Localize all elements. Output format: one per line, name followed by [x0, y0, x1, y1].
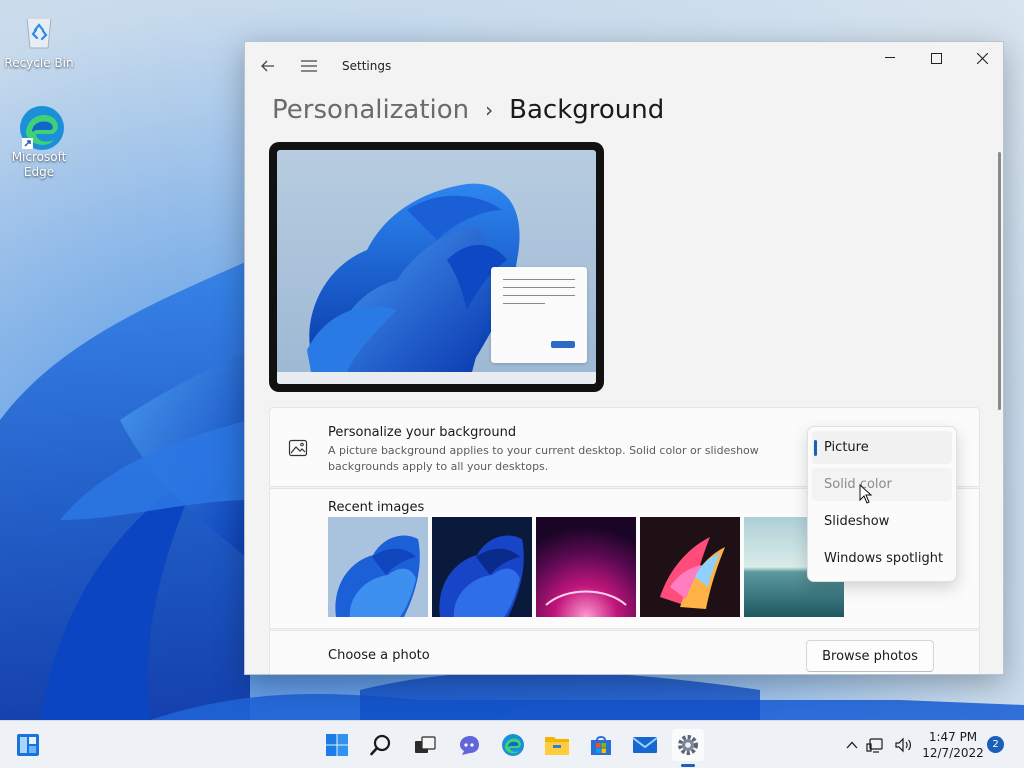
network-button[interactable]: [864, 729, 886, 761]
background-preview: [269, 142, 604, 392]
recent-image-3[interactable]: [536, 517, 636, 617]
minimize-icon: [885, 57, 895, 58]
dropdown-option-solid-color[interactable]: Solid color: [812, 468, 952, 501]
close-icon: [976, 52, 988, 64]
mouse-cursor-icon: [859, 484, 873, 504]
recent-image-4[interactable]: [640, 517, 740, 617]
microsoft-store-button[interactable]: [585, 729, 617, 761]
close-button[interactable]: [959, 42, 1003, 74]
minimize-button[interactable]: [867, 42, 913, 74]
dropdown-option-slideshow[interactable]: Slideshow: [812, 505, 952, 538]
file-explorer-button[interactable]: [541, 729, 573, 761]
recent-image-1[interactable]: [328, 517, 428, 617]
title-bar: Settings: [245, 42, 1003, 90]
desktop-icon-label: Microsoft Edge: [11, 150, 67, 179]
mail-button[interactable]: [629, 729, 661, 761]
folder-icon: [545, 737, 569, 755]
chevron-up-icon: [846, 741, 858, 749]
desktop-icon-recycle-bin[interactable]: Recycle Bin: [1, 10, 77, 71]
windows-logo-icon: [326, 734, 348, 756]
recycle-bin-icon: [18, 10, 60, 52]
desktop-icon-microsoft-edge[interactable]: Microsoft Edge: [1, 104, 77, 180]
page-title: Background: [509, 95, 665, 125]
edge-taskbar-button[interactable]: [497, 729, 529, 761]
task-view-button[interactable]: [409, 729, 441, 761]
taskbar: 1:47 PM 12/7/2022 2: [0, 720, 1024, 768]
speaker-icon: [895, 737, 911, 753]
dropdown-option-picture[interactable]: Picture: [812, 431, 952, 464]
personalize-description: A picture background applies to your cur…: [328, 444, 759, 473]
network-icon: [866, 738, 883, 753]
recent-images-label: Recent images: [328, 500, 425, 515]
chat-button[interactable]: [453, 729, 485, 761]
scrollbar[interactable]: [998, 152, 1001, 410]
choose-photo-label: Choose a photo: [328, 648, 430, 663]
maximize-icon: [930, 52, 942, 64]
clock-time: 1:47 PM: [928, 730, 978, 744]
widgets-button[interactable]: [12, 729, 44, 761]
choose-photo-card: Choose a photo Browse photos: [269, 630, 980, 674]
back-button[interactable]: [253, 52, 283, 80]
app-title: Settings: [342, 59, 392, 73]
background-type-dropdown[interactable]: Picture Solid color Slideshow Windows sp…: [807, 426, 957, 582]
search-icon: [370, 734, 391, 756]
recent-images-list: [328, 517, 844, 617]
recent-image-2[interactable]: [432, 517, 532, 617]
chat-icon: [460, 736, 479, 755]
desktop-icon-label: Recycle Bin: [4, 56, 74, 70]
dropdown-option-windows-spotlight[interactable]: Windows spotlight: [812, 542, 952, 575]
hamburger-icon: [301, 60, 317, 72]
active-app-indicator: [681, 764, 695, 767]
nav-menu-button[interactable]: [294, 52, 324, 80]
gear-icon: [678, 735, 698, 755]
clock[interactable]: 1:47 PM 12/7/2022: [920, 729, 986, 761]
breadcrumb: Personalization › Background: [272, 90, 664, 130]
volume-button[interactable]: [892, 729, 916, 761]
notification-badge[interactable]: 2: [987, 736, 1004, 753]
mail-icon: [632, 737, 658, 753]
back-arrow-icon: [261, 60, 274, 72]
preview-screen: [277, 150, 596, 384]
breadcrumb-personalization[interactable]: Personalization: [272, 95, 469, 125]
picture-icon: [288, 438, 308, 458]
task-view-icon: [415, 736, 436, 753]
widgets-icon: [17, 734, 39, 756]
edge-icon: [18, 104, 64, 150]
clock-date: 12/7/2022: [922, 746, 984, 760]
settings-taskbar-button[interactable]: [672, 729, 704, 761]
browse-photos-button[interactable]: Browse photos: [806, 640, 934, 672]
settings-window: Settings Personalization › Background Pe…: [244, 41, 1004, 675]
search-button[interactable]: [365, 729, 397, 761]
start-button[interactable]: [321, 729, 353, 761]
edge-icon: [502, 734, 524, 756]
maximize-button[interactable]: [913, 42, 959, 74]
breadcrumb-separator: ›: [485, 98, 494, 122]
personalize-title: Personalize your background: [328, 425, 517, 440]
store-icon: [591, 736, 611, 755]
preview-taskbar: [277, 372, 596, 384]
preview-window-mock: [491, 267, 587, 363]
